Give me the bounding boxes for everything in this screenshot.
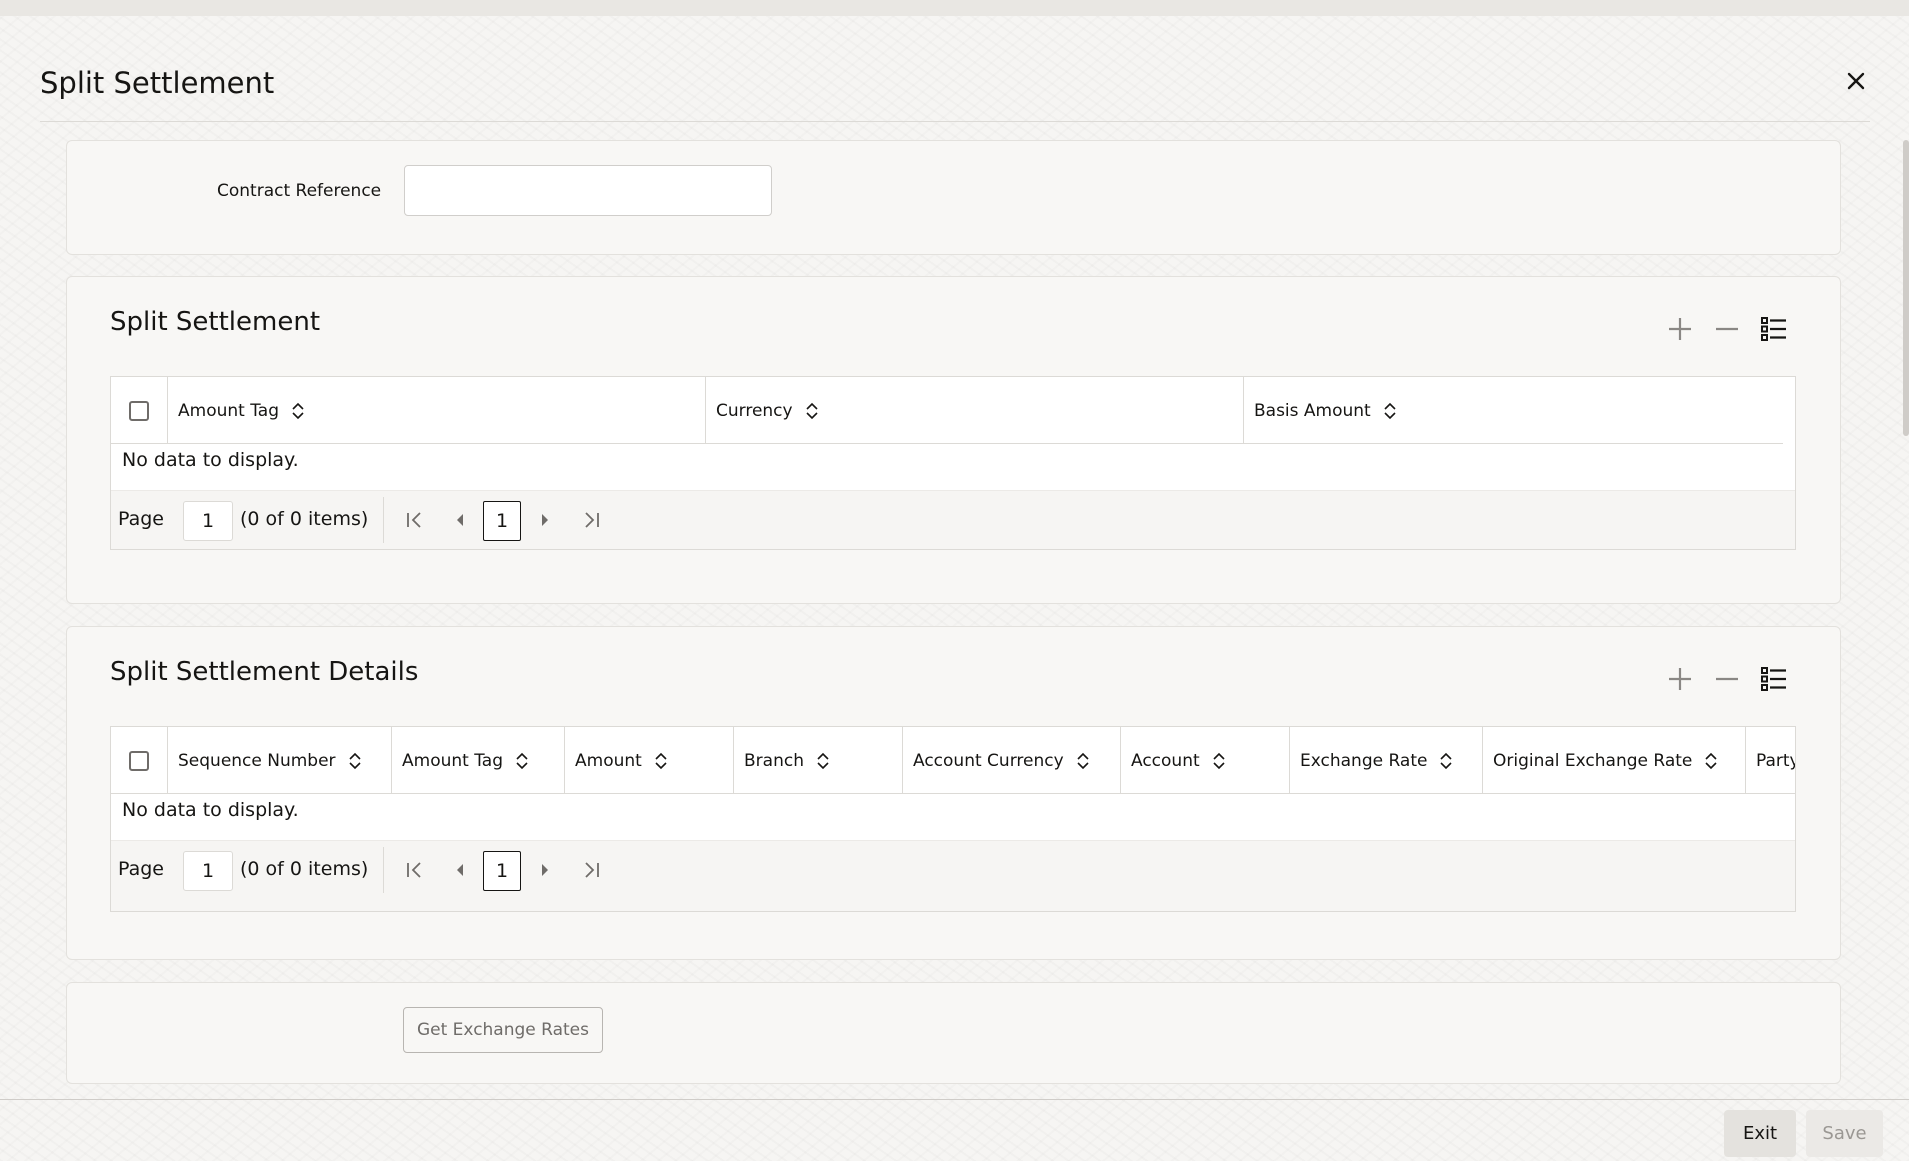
pager-divider <box>383 497 384 543</box>
grid-header: Sequence Number Amount Tag Amount Branch… <box>111 727 1796 794</box>
save-button[interactable]: Save <box>1806 1110 1883 1157</box>
select-all-cell <box>111 377 168 444</box>
column-header[interactable]: Amount <box>565 727 734 794</box>
column-header-label: Amount <box>575 750 642 771</box>
pagination-bar: Page 1 (0 of 0 items) 1 <box>111 490 1795 549</box>
exchange-rates-panel: Get Exchange Rates <box>66 982 1841 1084</box>
grid-toolbar <box>1664 663 1790 695</box>
page-label: Page <box>118 858 164 880</box>
select-all-checkbox[interactable] <box>129 750 149 771</box>
column-header[interactable]: Account Currency <box>903 727 1121 794</box>
column-header[interactable]: Party <box>1746 727 1796 794</box>
get-exchange-rates-button[interactable]: Get Exchange Rates <box>403 1007 603 1053</box>
column-header-label: Account Currency <box>913 750 1064 771</box>
exit-button[interactable]: Exit <box>1724 1110 1796 1157</box>
sort-icon[interactable] <box>291 401 305 421</box>
column-header-label: Amount Tag <box>402 750 503 771</box>
first-page-icon[interactable] <box>400 854 430 886</box>
add-row-icon[interactable] <box>1664 313 1696 345</box>
sort-icon[interactable] <box>805 401 819 421</box>
column-header[interactable]: Account <box>1121 727 1290 794</box>
no-data-message: No data to display. <box>122 799 299 821</box>
grid-toolbar <box>1664 313 1790 345</box>
column-header-label: Exchange Rate <box>1300 750 1428 771</box>
pager-divider <box>383 847 384 893</box>
column-header-label: Branch <box>744 750 804 771</box>
column-header-label: Basis Amount <box>1254 400 1371 421</box>
sort-icon[interactable] <box>1704 751 1718 771</box>
select-all-cell <box>111 727 168 794</box>
item-count: (0 of 0 items) <box>240 508 369 530</box>
first-page-icon[interactable] <box>400 504 430 536</box>
add-row-icon[interactable] <box>1664 663 1696 695</box>
select-all-checkbox[interactable] <box>129 400 149 421</box>
page-number-input[interactable]: 1 <box>183 501 233 541</box>
contract-reference-input[interactable] <box>404 165 772 216</box>
column-header-label: Amount Tag <box>178 400 279 421</box>
single-record-view-icon[interactable] <box>1758 313 1790 345</box>
column-header[interactable]: Amount Tag <box>392 727 565 794</box>
delete-row-icon[interactable] <box>1711 663 1743 695</box>
single-record-view-icon[interactable] <box>1758 663 1790 695</box>
sort-icon[interactable] <box>1076 751 1090 771</box>
column-header[interactable]: Currency <box>706 377 1244 444</box>
next-page-icon[interactable] <box>530 504 560 536</box>
column-header[interactable]: Branch <box>734 727 903 794</box>
split-settlement-details-grid: Sequence Number Amount Tag Amount Branch… <box>110 726 1796 912</box>
pagination-bar: Page 1 (0 of 0 items) 1 <box>111 840 1795 911</box>
column-header[interactable]: Amount Tag <box>168 377 706 444</box>
column-header-label: Party <box>1756 750 1796 771</box>
sort-icon[interactable] <box>348 751 362 771</box>
vertical-scrollbar[interactable] <box>1903 140 1909 436</box>
contract-panel: Contract Reference <box>66 140 1841 255</box>
section-title: Split Settlement <box>110 307 321 337</box>
previous-page-icon[interactable] <box>445 504 475 536</box>
footer-divider <box>0 1099 1909 1100</box>
column-header[interactable]: Basis Amount <box>1244 377 1783 444</box>
title-divider <box>40 121 1870 122</box>
next-page-icon[interactable] <box>530 854 560 886</box>
item-count: (0 of 0 items) <box>240 858 369 880</box>
column-header-label: Account <box>1131 750 1200 771</box>
sort-icon[interactable] <box>654 751 668 771</box>
sort-icon[interactable] <box>1212 751 1226 771</box>
section-title: Split Settlement Details <box>110 657 419 687</box>
page-label: Page <box>118 508 164 530</box>
sort-icon[interactable] <box>515 751 529 771</box>
last-page-icon[interactable] <box>576 854 606 886</box>
split-settlement-details-panel: Split Settlement Details Sequence Number… <box>66 626 1841 960</box>
last-page-icon[interactable] <box>576 504 606 536</box>
split-settlement-panel: Split Settlement Amount Tag Currency Bas… <box>66 276 1841 604</box>
column-header-label: Sequence Number <box>178 750 336 771</box>
delete-row-icon[interactable] <box>1711 313 1743 345</box>
column-header[interactable]: Sequence Number <box>168 727 392 794</box>
previous-page-icon[interactable] <box>445 854 475 886</box>
page-number-input[interactable]: 1 <box>183 851 233 891</box>
sort-icon[interactable] <box>1383 401 1397 421</box>
column-header-label: Currency <box>716 400 793 421</box>
close-icon[interactable] <box>1841 66 1871 96</box>
grid-header: Amount Tag Currency Basis Amount <box>111 377 1783 444</box>
dialog-title: Split Settlement <box>40 66 275 100</box>
split-settlement-grid: Amount Tag Currency Basis Amount No data… <box>110 376 1796 550</box>
column-header-label: Original Exchange Rate <box>1493 750 1693 771</box>
column-header[interactable]: Original Exchange Rate <box>1483 727 1746 794</box>
column-header[interactable]: Exchange Rate <box>1290 727 1483 794</box>
current-page-button[interactable]: 1 <box>483 851 521 891</box>
no-data-message: No data to display. <box>122 449 299 471</box>
sort-icon[interactable] <box>816 751 830 771</box>
contract-reference-label: Contract Reference <box>217 181 382 201</box>
current-page-button[interactable]: 1 <box>483 501 521 541</box>
sort-icon[interactable] <box>1439 751 1453 771</box>
window-top-strip <box>0 0 1909 16</box>
